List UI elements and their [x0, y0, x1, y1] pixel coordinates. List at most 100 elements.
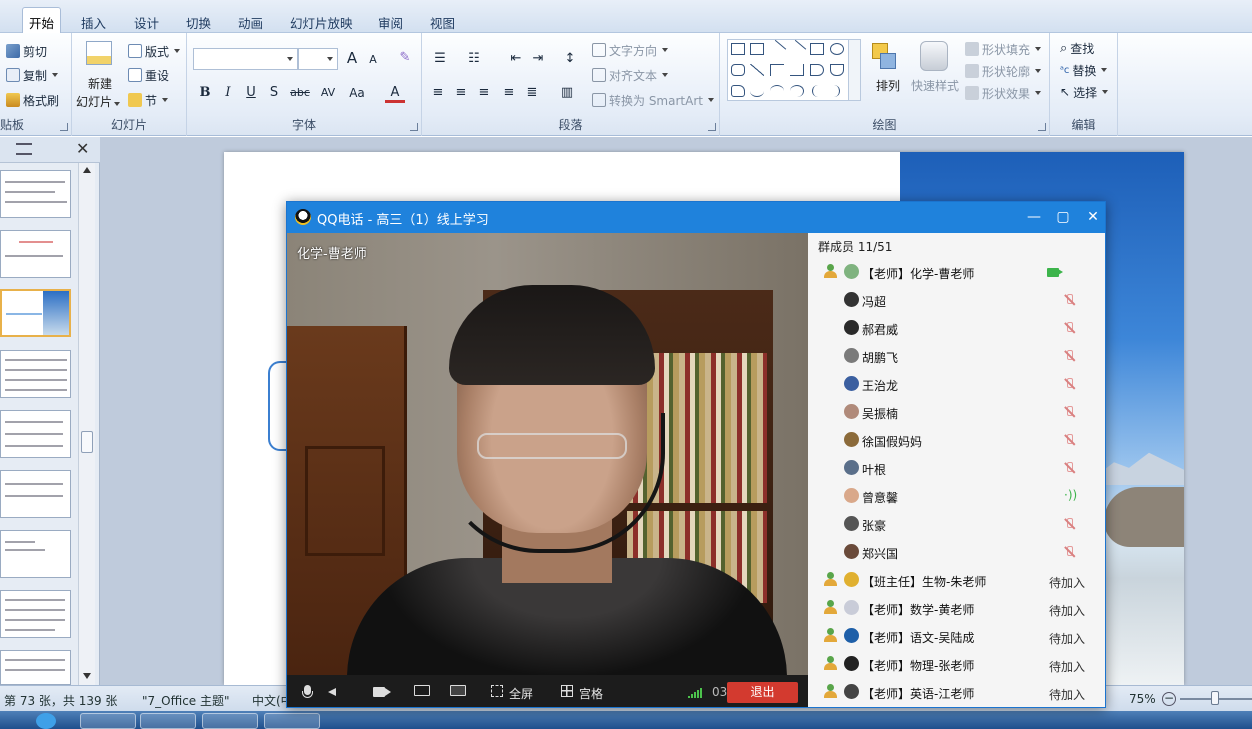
close-pane-icon[interactable]: ✕ — [76, 139, 89, 158]
char-spacing-button[interactable]: AV — [315, 83, 341, 103]
taskbar-qq[interactable] — [202, 713, 258, 729]
curve-shape-icon[interactable] — [770, 85, 784, 97]
tab-home[interactable]: 开始 — [22, 7, 62, 34]
triangle-shape-icon[interactable] — [750, 64, 764, 76]
columns-button[interactable]: ▥ — [557, 83, 577, 103]
outline-tab-icon[interactable] — [16, 143, 32, 155]
grid-icon[interactable] — [560, 685, 576, 699]
member-row[interactable]: 吴振楠 — [808, 398, 1105, 426]
align-text-button[interactable]: 对齐文本 — [592, 65, 669, 85]
screen-share-icon[interactable] — [414, 685, 430, 699]
right-arrow-shape-icon[interactable] — [810, 64, 824, 76]
scroll-down-icon[interactable] — [83, 673, 91, 679]
qq-titlebar[interactable]: QQ电话 - 高三（1）线上学习 — ▢ ✕ — [287, 202, 1105, 233]
video-feed[interactable]: 化学-曹老师 — [287, 233, 808, 675]
slide-thumbnail[interactable] — [0, 650, 71, 685]
layout-button[interactable]: 版式 — [128, 41, 181, 61]
distributed-button[interactable]: ≣ — [522, 83, 542, 103]
tab-transitions[interactable]: 切换 — [180, 10, 217, 33]
camera-icon[interactable] — [373, 685, 391, 699]
copy-button[interactable]: 复制 — [6, 65, 59, 85]
close-icon[interactable]: ✕ — [1084, 208, 1102, 226]
align-center-button[interactable]: ≡ — [451, 83, 471, 103]
format-painter-button[interactable]: 格式刷 — [6, 90, 59, 110]
line-spacing-button[interactable]: ↕ — [560, 49, 580, 69]
member-row[interactable]: 冯超 — [808, 286, 1105, 314]
dialog-launcher-icon[interactable] — [1038, 123, 1046, 131]
fullscreen-icon[interactable] — [490, 685, 506, 699]
member-row[interactable]: 徐国假妈妈 — [808, 426, 1105, 454]
down-arrow-shape-icon[interactable] — [830, 64, 844, 76]
tab-design[interactable]: 设计 — [128, 10, 165, 33]
member-row[interactable]: 【班主任】生物-朱老师 待加入 — [808, 566, 1105, 594]
slide-thumbnail[interactable] — [0, 590, 71, 638]
member-row[interactable]: 郑兴国 — [808, 538, 1105, 566]
grid-view-button[interactable]: 宫格 — [579, 685, 603, 702]
font-name-combo[interactable] — [193, 48, 298, 70]
decrease-indent-button[interactable]: ⇤ — [506, 49, 526, 69]
cut-button[interactable]: 剪切 — [6, 41, 47, 61]
member-row[interactable]: 王治龙 — [808, 370, 1105, 398]
shrink-font-button[interactable]: A — [363, 50, 383, 70]
minimize-icon[interactable]: — — [1025, 208, 1043, 226]
zoom-slider-thumb[interactable] — [1211, 691, 1219, 705]
fullscreen-button[interactable]: 全屏 — [509, 685, 533, 702]
presentation-icon[interactable] — [450, 685, 466, 699]
rounded-rect-shape-icon[interactable] — [731, 64, 745, 76]
speaker-icon[interactable] — [328, 685, 344, 699]
replace-button[interactable]: ᵃc 替换 — [1060, 60, 1108, 80]
right-brace-shape-icon[interactable] — [832, 85, 840, 97]
textbox-shape-icon[interactable] — [731, 43, 745, 55]
microphone-icon[interactable] — [300, 685, 316, 699]
change-case-button[interactable]: Aa — [345, 83, 369, 103]
pentagon-shape-icon[interactable] — [731, 85, 745, 97]
slide-thumbnail[interactable] — [0, 470, 71, 518]
left-brace-shape-icon[interactable] — [812, 85, 820, 97]
freeform-shape-icon[interactable] — [750, 85, 764, 97]
arrange-button[interactable]: 排列 — [866, 39, 906, 109]
section-button[interactable]: 节 — [128, 90, 169, 110]
vertical-textbox-shape-icon[interactable] — [750, 43, 764, 55]
taskbar-powerpoint[interactable] — [264, 713, 320, 729]
zoom-out-icon[interactable]: − — [1162, 692, 1176, 706]
slide-thumbnail[interactable] — [0, 410, 71, 458]
tab-review[interactable]: 审阅 — [372, 10, 409, 33]
shape-fill-button[interactable]: 形状填充 — [965, 39, 1042, 59]
slide-thumbnail[interactable] — [0, 170, 71, 218]
bullets-button[interactable]: ☰ — [430, 49, 450, 69]
tab-view[interactable]: 视图 — [424, 10, 461, 33]
member-row[interactable]: 【老师】数学-黄老师 待加入 — [808, 594, 1105, 622]
smartart-button[interactable]: 转换为 SmartArt — [592, 90, 714, 110]
align-right-button[interactable]: ≡ — [474, 83, 494, 103]
align-left-button[interactable]: ≡ — [428, 83, 448, 103]
rectangle-shape-icon[interactable] — [810, 43, 824, 55]
quick-styles-button[interactable]: 快速样式 — [908, 39, 962, 109]
member-row[interactable]: 【老师】化学-曹老师 — [808, 258, 1105, 286]
oval-shape-icon[interactable] — [830, 43, 844, 55]
select-button[interactable]: ↖ 选择 — [1060, 82, 1109, 102]
shape-outline-button[interactable]: 形状轮廓 — [965, 61, 1042, 81]
justify-button[interactable]: ≡ — [499, 83, 519, 103]
dialog-launcher-icon[interactable] — [410, 123, 418, 131]
new-slide-button[interactable]: 新建 幻灯片 — [76, 39, 124, 109]
italic-button[interactable]: I — [218, 83, 238, 103]
ie-icon[interactable] — [36, 713, 56, 729]
maximize-icon[interactable]: ▢ — [1054, 208, 1072, 226]
zoom-level[interactable]: 75% — [1129, 692, 1156, 706]
bold-button[interactable]: B — [195, 83, 215, 103]
scroll-thumb[interactable] — [81, 431, 93, 453]
member-row[interactable]: 【老师】英语-江老师 待加入 — [808, 678, 1105, 706]
taskbar-explorer[interactable] — [80, 713, 136, 729]
member-row[interactable]: 叶根 — [808, 454, 1105, 482]
dialog-launcher-icon[interactable] — [60, 123, 68, 131]
slide-thumbnail[interactable] — [0, 230, 71, 278]
underline-button[interactable]: U — [241, 83, 261, 103]
member-row[interactable]: 【老师】物理-张老师 待加入 — [808, 650, 1105, 678]
member-row[interactable]: 张豪 — [808, 510, 1105, 538]
text-shadow-button[interactable]: S — [264, 83, 284, 103]
member-row[interactable]: 胡鹏飞 — [808, 342, 1105, 370]
increase-indent-button[interactable]: ⇥ — [528, 49, 548, 69]
line-shape-icon[interactable] — [767, 39, 787, 59]
clear-format-icon[interactable]: ✎ — [395, 48, 415, 68]
shapes-gallery[interactable] — [727, 39, 861, 101]
